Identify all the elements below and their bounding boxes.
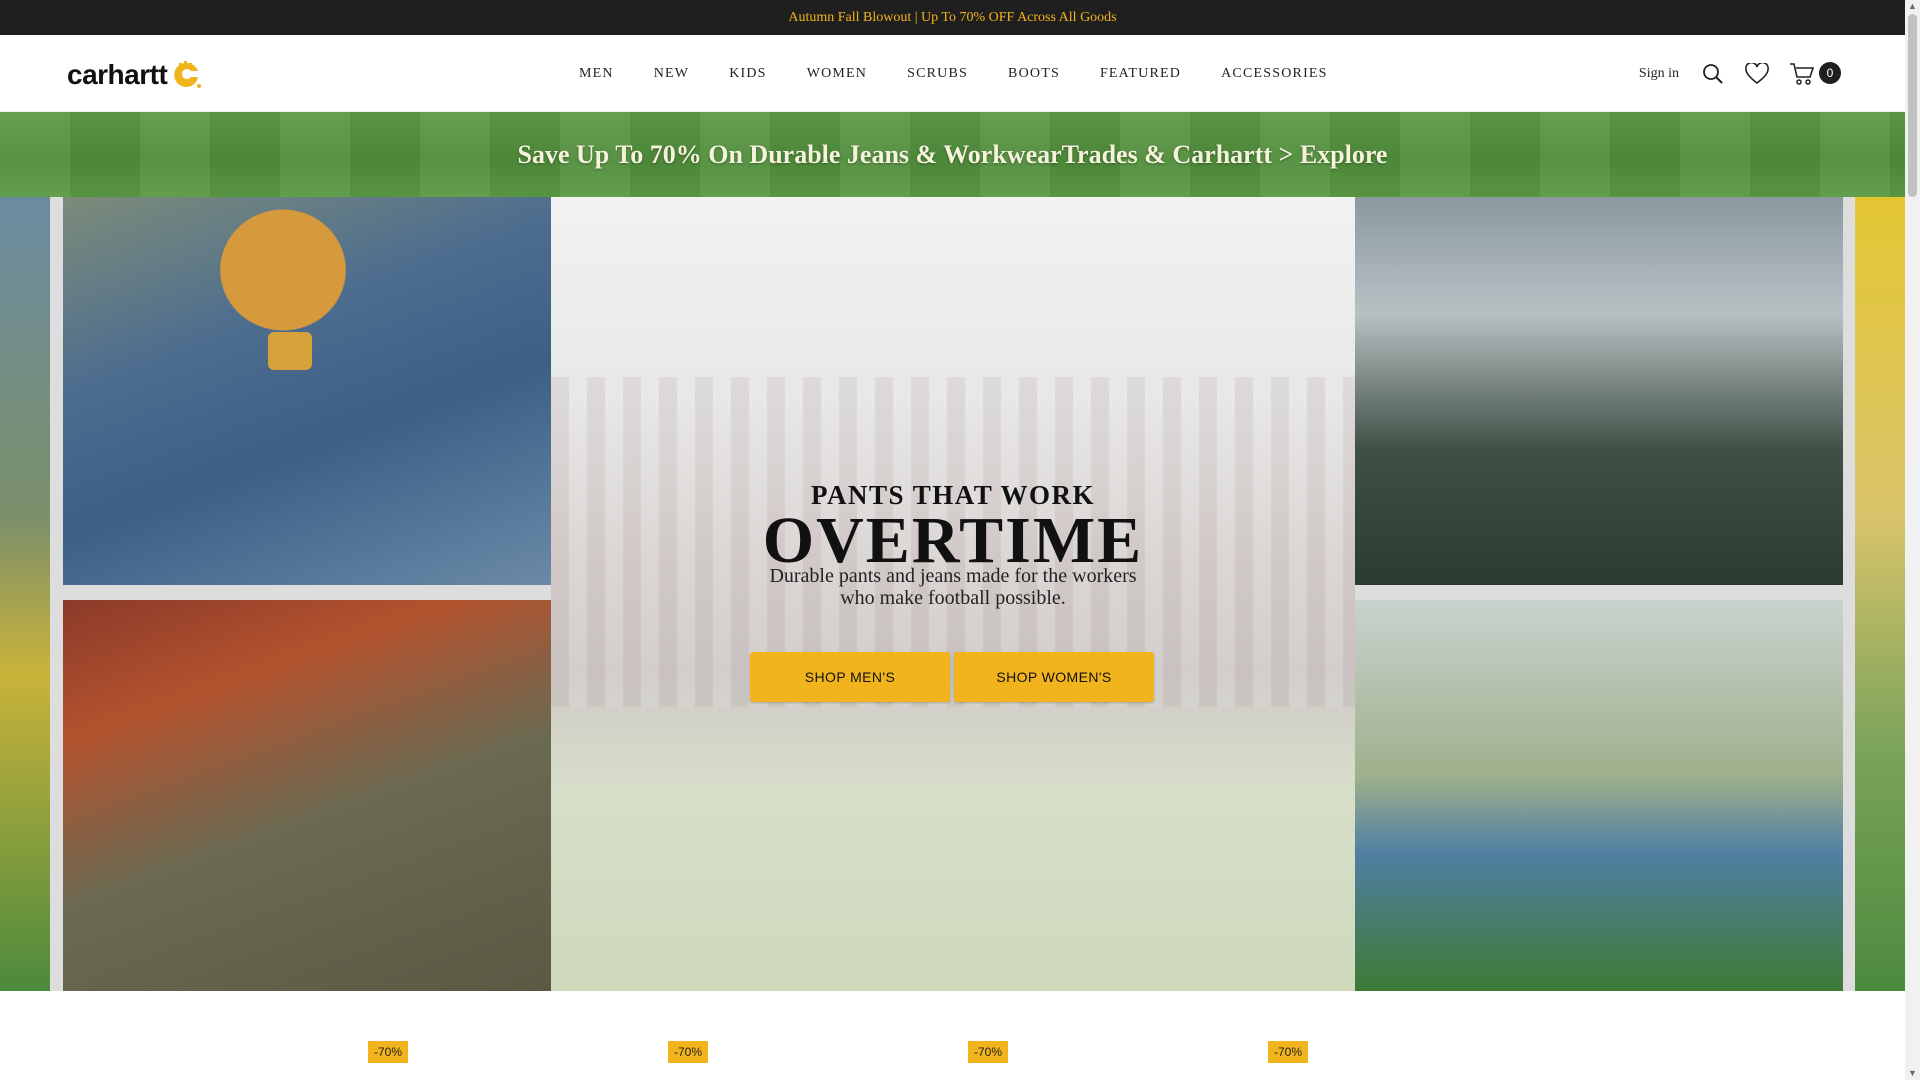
logo-wordmark: carhartt [67,59,168,90]
announcement-bar: Autumn Fall Blowout | Up To 70% OFF Acro… [0,0,1905,35]
hero-background-left [0,197,50,991]
heart-icon [1745,62,1769,84]
hero-photo-jeans-pocket-gloves [63,197,551,585]
nav-item-boots[interactable]: BOOTS [988,66,1080,82]
hero-copy: PANTS THAT WORK OVERTIME Durable pants a… [551,197,1355,991]
hero-subcopy: Durable pants and jeans made for the wor… [769,565,1137,609]
cart-button[interactable]: 0 [1789,60,1841,88]
scroll-up-arrow-icon[interactable]: ▲ [1908,2,1917,11]
discount-badge: -70% [968,1041,1009,1063]
cart-count-badge: 0 [1819,61,1841,84]
work-gloves-image [203,207,363,347]
carhartt-c-logo-icon [174,61,202,88]
hero-photo-goalpost-workers [1355,197,1843,585]
product-grid: -70% -70% -70% -70% [0,991,1905,1080]
hero-section: PANTS THAT WORK OVERTIME Durable pants a… [0,197,1905,991]
search-button[interactable] [1701,62,1725,86]
hero-photo-work-pants-flannel [63,600,551,991]
nav-item-new[interactable]: NEW [634,66,709,82]
nav-item-kids[interactable]: KIDS [709,66,786,82]
nav-item-women[interactable]: WOMEN [787,66,887,82]
nav-item-scrubs[interactable]: SCRUBS [887,66,988,82]
site-header: carhartt MEN NEW KIDS WOMEN SCRUBS BOOTS… [0,35,1905,112]
discount-badge: -70% [1268,1041,1309,1063]
pocket-label-image [268,332,312,370]
sign-in-link[interactable]: Sign in [1639,66,1679,82]
nav-item-featured[interactable]: FEATURED [1080,66,1201,82]
hero-background-right [1855,197,1905,991]
cart-icon [1790,62,1815,85]
discount-badge: -70% [368,1041,409,1063]
promo-banner[interactable]: Save Up To 70% On Durable Jeans & Workwe… [0,112,1905,197]
hero-photo-kneeling-worker-turf [1355,600,1843,991]
shop-mens-button[interactable]: SHOP MEN'S [750,652,950,702]
announcement-text: Autumn Fall Blowout | Up To 70% OFF Acro… [788,9,1117,25]
nav-item-men[interactable]: MEN [560,66,634,82]
header-actions: Sign in 0 [1639,35,1841,112]
search-icon [1703,63,1723,84]
nav-item-accessories[interactable]: ACCESSORIES [1201,66,1348,82]
hero-buttons: SHOP MEN'S SHOP WOMEN'S [750,652,1154,702]
scrollbar-thumb[interactable] [1908,14,1917,197]
main-nav: MEN NEW KIDS WOMEN SCRUBS BOOTS FEATURED… [560,35,1348,112]
brand-logo[interactable]: carhartt [67,59,202,91]
scroll-down-arrow-icon[interactable]: ▼ [1908,1069,1917,1078]
discount-badge: -70% [668,1041,709,1063]
page-scrollbar[interactable]: ▲ ▼ [1905,0,1920,1080]
shop-womens-button[interactable]: SHOP WOMEN'S [954,652,1154,702]
promo-banner-text: Save Up To 70% On Durable Jeans & Workwe… [517,139,1388,169]
wishlist-button[interactable] [1745,62,1769,86]
